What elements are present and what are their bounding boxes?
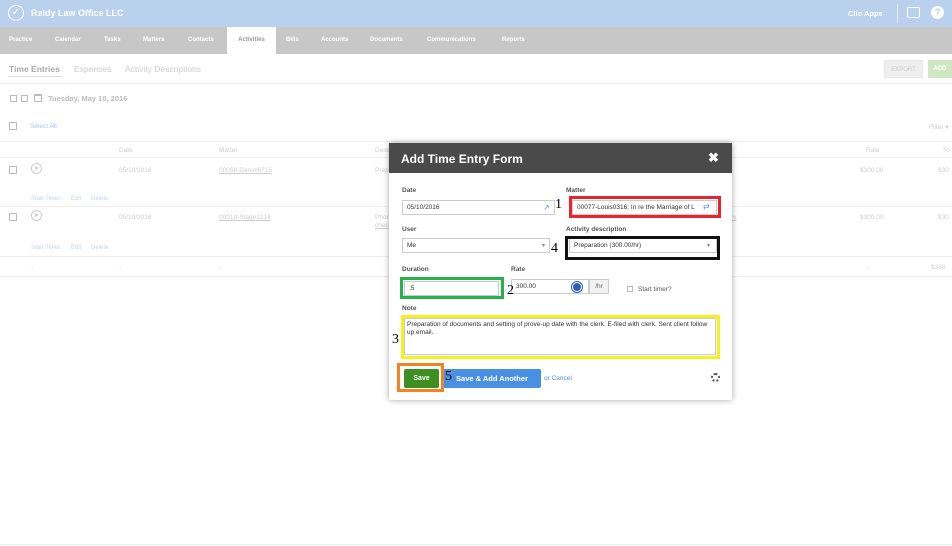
- nav-reports[interactable]: Reports: [502, 27, 525, 54]
- col-header-date[interactable]: Date: [119, 147, 133, 154]
- play-timer-icon[interactable]: [31, 163, 42, 174]
- delete-link[interactable]: Delete: [91, 196, 108, 202]
- highlight-duration: [400, 277, 504, 299]
- row-rate: $300.00: [860, 167, 884, 174]
- clio-apps-link[interactable]: Clio Apps: [848, 9, 883, 18]
- highlight-activity: [565, 236, 720, 260]
- nav-documents[interactable]: Documents: [370, 27, 403, 54]
- select-all-link[interactable]: Select All: [30, 123, 57, 130]
- cancel-link[interactable]: or Cancel: [544, 375, 572, 382]
- nav-tasks[interactable]: Tasks: [104, 27, 121, 54]
- row-description: Phon: [375, 214, 391, 221]
- filter-dropdown[interactable]: Filter ▾: [929, 123, 949, 131]
- help-icon[interactable]: ?: [931, 6, 944, 19]
- highlight-note: [401, 315, 720, 359]
- user-label: User: [402, 226, 417, 233]
- summary-cell: -: [31, 264, 34, 271]
- nav-practice[interactable]: Practice: [9, 27, 32, 54]
- row-description-link[interactable]: chec: [375, 222, 389, 229]
- top-divider: [897, 4, 898, 23]
- annotation-number: 5: [445, 369, 452, 384]
- play-timer-icon[interactable]: [31, 210, 42, 221]
- row-matter-link[interactable]: 00018-Stage1214: [219, 214, 271, 221]
- tab-activity-descriptions[interactable]: Activity Descriptions: [125, 64, 201, 74]
- close-icon[interactable]: ✖: [708, 150, 719, 166]
- activity-description-label: Activity description: [566, 226, 627, 233]
- highlight-save: [397, 363, 444, 392]
- annotation-number: 1: [555, 197, 562, 212]
- edit-link[interactable]: Edit: [71, 196, 81, 202]
- row-date: 05/10/2016: [119, 214, 152, 221]
- start-timer-link[interactable]: Start Timer: [31, 196, 60, 202]
- date-label: Date: [402, 187, 417, 194]
- chevron-down-icon: ▾: [542, 243, 546, 249]
- col-header-rate[interactable]: Rate: [866, 147, 880, 154]
- nav-matters[interactable]: Matters: [143, 27, 164, 54]
- add-button[interactable]: ADD: [928, 60, 952, 78]
- annotation-number: 3: [392, 332, 399, 347]
- export-button[interactable]: EXPORT: [884, 60, 923, 78]
- col-header-matter[interactable]: Matter: [219, 147, 237, 154]
- save-add-another-button[interactable]: Save & Add Another: [443, 369, 541, 388]
- edit-link[interactable]: Edit: [71, 245, 81, 251]
- divider: [0, 83, 952, 84]
- date-heading: Tuesday, May 10, 2016: [48, 94, 128, 103]
- nav-bills[interactable]: Bills: [286, 27, 299, 54]
- divider: [0, 544, 952, 545]
- tab-expenses[interactable]: Expenses: [74, 64, 111, 74]
- date-input[interactable]: 05/10/2016: [402, 200, 555, 215]
- row-checkbox[interactable]: [9, 213, 17, 221]
- note-label: Note: [402, 305, 417, 312]
- rate-label: Rate: [511, 266, 526, 273]
- row-date: 05/10/2016: [119, 167, 152, 174]
- calendar-icon[interactable]: [34, 94, 42, 102]
- matter-label: Matter: [566, 187, 586, 194]
- clio-logo-icon[interactable]: ✓: [8, 5, 24, 21]
- next-day-icon[interactable]: [21, 95, 28, 102]
- start-timer-link[interactable]: Start Timer: [31, 245, 60, 251]
- delete-link[interactable]: Delete: [91, 245, 108, 251]
- row-matter-link[interactable]: 00058-Daniel6715: [219, 167, 272, 174]
- rate-unit: /hr: [589, 279, 609, 294]
- nav-calendar[interactable]: Calendar: [55, 27, 81, 54]
- nav-activities[interactable]: Activities: [227, 27, 276, 54]
- col-header-description[interactable]: Desc: [375, 147, 390, 154]
- prev-day-icon[interactable]: [10, 95, 17, 102]
- date-picker-icon[interactable]: ↗: [543, 203, 550, 212]
- nav-contacts[interactable]: Contacts: [188, 27, 214, 54]
- nav-accounts[interactable]: Accounts: [321, 27, 348, 54]
- nav-communications[interactable]: Communications: [427, 27, 476, 54]
- summary-cell: -: [219, 264, 222, 271]
- row-total: $30: [938, 214, 949, 221]
- main-nav: Practice Calendar Tasks Matters Contacts…: [0, 27, 952, 54]
- modal-title: Add Time Entry Form: [401, 152, 523, 166]
- select-all-checkbox[interactable]: [9, 122, 17, 130]
- highlight-matter: [569, 196, 721, 218]
- annotation-number: 2: [507, 283, 514, 298]
- row-rate: $300.00: [860, 214, 884, 221]
- start-timer-checkbox[interactable]: [627, 286, 633, 292]
- active-tab-underline: [8, 76, 62, 77]
- summary-total: $330: [931, 264, 946, 271]
- row-description: Prep: [375, 167, 389, 174]
- top-bar: ✓ Reidy Law Office LLC Clio Apps ?: [0, 0, 952, 27]
- tab-time-entries[interactable]: Time Entries: [9, 64, 60, 74]
- col-header-total[interactable]: To: [943, 147, 950, 154]
- duration-label: Duration: [402, 266, 429, 273]
- rate-edit-icon[interactable]: [572, 282, 582, 292]
- gear-icon[interactable]: [711, 373, 720, 382]
- inbox-icon[interactable]: [907, 7, 920, 18]
- summary-cell: -: [119, 264, 122, 271]
- modal-header: Add Time Entry Form ✖: [389, 143, 732, 173]
- annotation-number: 4: [551, 241, 558, 256]
- divider: [0, 141, 952, 142]
- user-select[interactable]: Me: [402, 238, 550, 253]
- add-time-entry-modal: Add Time Entry Form ✖: [389, 143, 732, 400]
- row-total: $30: [938, 167, 949, 174]
- firm-name: Reidy Law Office LLC: [31, 8, 124, 18]
- row-checkbox[interactable]: [9, 166, 17, 174]
- summary-cell: -: [866, 264, 869, 271]
- start-timer-label: Start timer?: [638, 286, 672, 293]
